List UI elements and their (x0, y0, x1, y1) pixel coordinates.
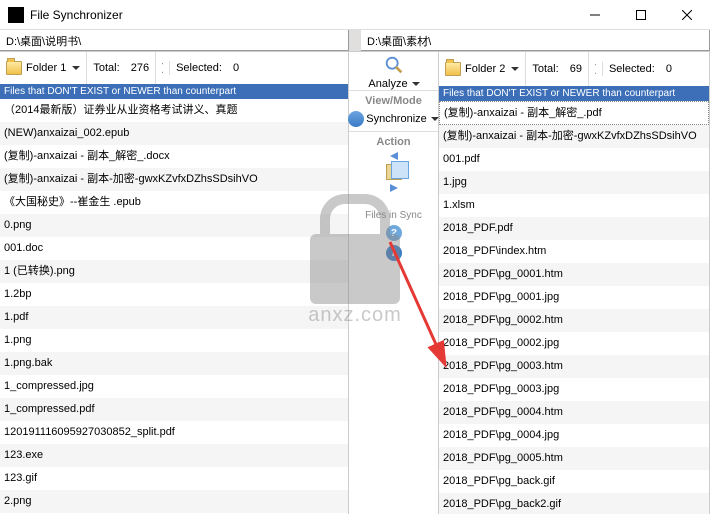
file-row[interactable]: 2018_PDF\pg_0005.htm (439, 447, 709, 470)
file-row[interactable]: 2018_PDF.pdf (439, 217, 709, 240)
left-pane: Folder 1 Total: 276 Selected: 0 Files th… (0, 52, 349, 514)
mid-panel: Analyze View/Mode Synchronize Action Fil… (349, 52, 439, 514)
file-row[interactable]: 1.png.bak (0, 352, 348, 375)
file-row[interactable]: 2018_PDF\pg_0003.jpg (439, 378, 709, 401)
window-title: File Synchronizer (30, 8, 123, 22)
file-row[interactable]: 2018_PDF\pg_0001.jpg (439, 286, 709, 309)
left-file-list[interactable]: （2014最新版）证券业从业资格考试讲义、真题(NEW)anxaizai_002… (0, 99, 348, 514)
chevron-down-icon (72, 66, 80, 70)
file-row[interactable]: 001.pdf (439, 148, 709, 171)
sync-icon (348, 111, 364, 127)
file-row[interactable]: 123.exe (0, 444, 348, 467)
analyze-icon (383, 54, 405, 76)
copy-left-button[interactable] (390, 152, 398, 160)
files-in-sync-label: Files in Sync (365, 210, 422, 221)
file-row[interactable]: 120191116095927030852_split.pdf (0, 421, 348, 444)
right-pane: Folder 2 Total: 69 Selected: 0 Files tha… (439, 52, 710, 514)
folder1-selected: Selected: 0 (170, 52, 245, 84)
file-row[interactable]: 2018_PDF\pg_back.gif (439, 470, 709, 493)
path-bar: D:\桌面\说明书\ D:\桌面\素材\ (0, 30, 710, 52)
folder1-label: Folder 1 (26, 62, 66, 74)
app-icon (8, 7, 24, 23)
file-row[interactable]: 2018_PDF\index.htm (439, 240, 709, 263)
file-row[interactable]: 1_compressed.jpg (0, 375, 348, 398)
file-row[interactable]: 1_compressed.pdf (0, 398, 348, 421)
file-row[interactable]: 《大国秘史》--崔金生 .epub (0, 191, 348, 214)
folder1-button[interactable]: Folder 1 (0, 52, 87, 84)
folder1-clear-button[interactable] (156, 61, 170, 75)
folder2-label: Folder 2 (465, 63, 505, 75)
folder2-button[interactable]: Folder 2 (439, 52, 526, 86)
folder2-selected: Selected: 0 (603, 52, 678, 86)
chevron-down-icon (412, 82, 420, 86)
left-list-header: Files that DON'T EXIST or NEWER than cou… (0, 84, 348, 98)
folder-icon (6, 61, 22, 75)
file-row[interactable]: (复制)-anxaizai - 副本-加密-gwxKZvfxDZhsSDsihV… (0, 168, 348, 191)
file-row[interactable]: (复制)-anxaizai - 副本_解密_.pdf (439, 101, 709, 125)
info-icon[interactable]: i (386, 245, 402, 261)
question-icon[interactable]: ? (386, 225, 402, 241)
file-row[interactable]: 1.xlsm (439, 194, 709, 217)
file-row[interactable]: 2018_PDF\pg_0001.htm (439, 263, 709, 286)
file-row[interactable]: 1.pdf (0, 306, 348, 329)
copy-both-button[interactable] (386, 164, 402, 180)
action-heading: Action (376, 136, 410, 148)
file-row[interactable]: (复制)-anxaizai - 副本-加密-gwxKZvfxDZhsSDsihV… (439, 125, 709, 148)
right-list-header: Files that DON'T EXIST or NEWER than cou… (439, 86, 709, 101)
file-row[interactable]: 2018_PDF\pg_0004.htm (439, 401, 709, 424)
close-button[interactable] (664, 0, 710, 30)
file-row[interactable]: 001.doc (0, 237, 348, 260)
copy-right-button[interactable] (390, 184, 398, 192)
file-row[interactable]: 1.2bp (0, 283, 348, 306)
path-right[interactable]: D:\桌面\素材\ (361, 30, 710, 51)
file-row[interactable]: 2018_PDF\pg_0002.htm (439, 309, 709, 332)
chevron-down-icon (511, 67, 519, 71)
right-file-list[interactable]: (复制)-anxaizai - 副本_解密_.pdf(复制)-anxaizai … (439, 101, 709, 514)
file-row[interactable]: 1.png (0, 329, 348, 352)
file-row[interactable]: 2018_PDF\pg_0004.jpg (439, 424, 709, 447)
minimize-button[interactable] (572, 0, 618, 30)
file-row[interactable]: 0.png (0, 214, 348, 237)
path-left[interactable]: D:\桌面\说明书\ (0, 30, 349, 51)
folder2-clear-button[interactable] (589, 62, 603, 76)
file-row[interactable]: 1 (已转换).png (0, 260, 348, 283)
maximize-button[interactable] (618, 0, 664, 30)
analyze-button[interactable]: Analyze (368, 78, 419, 90)
file-row[interactable]: 1.jpg (439, 171, 709, 194)
file-row[interactable]: 123.gif (0, 467, 348, 490)
titlebar: File Synchronizer (0, 0, 710, 30)
folder-icon (445, 62, 461, 76)
file-row[interactable]: 2.png (0, 490, 348, 513)
file-row[interactable]: (NEW)anxaizai_002.epub (0, 122, 348, 145)
viewmode-heading: View/Mode (365, 95, 422, 107)
path-separator (349, 30, 361, 51)
file-row[interactable]: (复制)-anxaizai - 副本_解密_.docx (0, 145, 348, 168)
file-row[interactable]: 2018_PDF\pg_0003.htm (439, 355, 709, 378)
synchronize-button[interactable]: Synchronize (348, 111, 439, 127)
file-row[interactable]: （2014最新版）证券业从业资格考试讲义、真题 (0, 99, 348, 122)
chevron-down-icon (431, 117, 439, 121)
folder1-total: Total: 276 (87, 52, 156, 84)
folder2-total: Total: 69 (526, 52, 589, 86)
file-row[interactable]: 2018_PDF\pg_back2.gif (439, 493, 709, 514)
file-row[interactable]: 2018_PDF\pg_0002.jpg (439, 332, 709, 355)
